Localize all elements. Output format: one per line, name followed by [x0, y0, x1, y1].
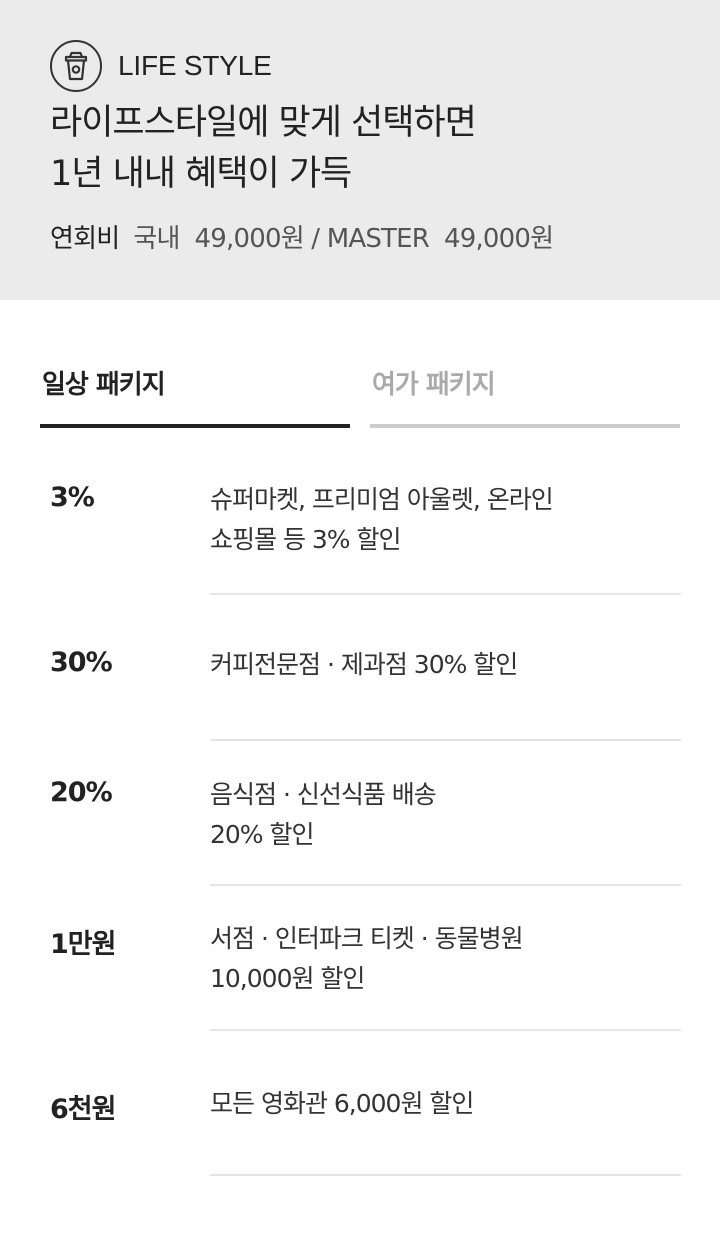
benefit-value: 1만원: [50, 929, 116, 960]
annual-fee-values: 국내 49,000원 / MASTER 49,000원: [133, 223, 554, 254]
card-header: LIFE STYLE 라이프스타일에 맞게 선택하면 1년 내내 혜택이 가득 …: [0, 0, 720, 300]
headline-line: 1년 내내 혜택이 가득: [50, 154, 352, 194]
tab-label: 여가 패키지: [372, 370, 496, 400]
benefit-description-line: 슈퍼마켓, 프리미엄 아울렛, 온라인: [210, 485, 554, 514]
benefit-description: 서점 · 인터파크 티켓 · 동물병원 10,000원 할인: [210, 919, 680, 999]
benefit-description-line: 모든 영화관 6,000원 할인: [210, 1089, 474, 1118]
tab-daily-package[interactable]: 일상 패키지: [40, 352, 350, 428]
benefit-description-line: 쇼핑몰 등 3% 할인: [210, 525, 402, 554]
tab-leisure-package[interactable]: 여가 패키지: [370, 352, 680, 428]
annual-fee-row: 연회비 국내 49,000원 / MASTER 49,000원: [50, 214, 554, 258]
annual-fee-label: 연회비: [50, 223, 120, 254]
tab-label: 일상 패키지: [42, 370, 166, 400]
benefit-description-line: 서점 · 인터파크 티켓 · 동물병원: [210, 924, 524, 953]
benefit-divider: [210, 1029, 681, 1031]
benefit-description: 슈퍼마켓, 프리미엄 아울렛, 온라인 쇼핑몰 등 3% 할인: [210, 480, 680, 560]
category-row: LIFE STYLE: [50, 40, 272, 92]
benefit-description: 모든 영화관 6,000원 할인: [210, 1084, 680, 1124]
benefit-description-line: 10,000원 할인: [210, 964, 365, 993]
benefit-value: 20%: [50, 777, 113, 808]
benefit-divider: [210, 884, 681, 886]
headline: 라이프스타일에 맞게 선택하면 1년 내내 혜택이 가득: [50, 98, 690, 200]
package-tabs: 일상 패키지 여가 패키지: [40, 352, 680, 428]
headline-line: 라이프스타일에 맞게 선택하면: [50, 103, 477, 143]
category-label: LIFE STYLE: [118, 50, 272, 81]
coffee-cup-icon: [50, 40, 102, 92]
benefit-description-line: 음식점 · 신선식품 배송: [210, 780, 437, 809]
benefit-value: 3%: [50, 482, 95, 513]
benefit-description: 음식점 · 신선식품 배송 20% 할인: [210, 775, 680, 855]
benefit-value: 6천원: [50, 1094, 116, 1125]
benefit-value: 30%: [50, 647, 113, 678]
benefit-description-line: 20% 할인: [210, 820, 315, 849]
benefit-description: 커피전문점 · 제과점 30% 할인: [210, 645, 680, 685]
benefit-divider: [210, 1174, 681, 1176]
benefit-divider: [210, 593, 681, 595]
benefit-description-line: 커피전문점 · 제과점 30% 할인: [210, 650, 518, 679]
benefit-divider: [210, 739, 681, 741]
